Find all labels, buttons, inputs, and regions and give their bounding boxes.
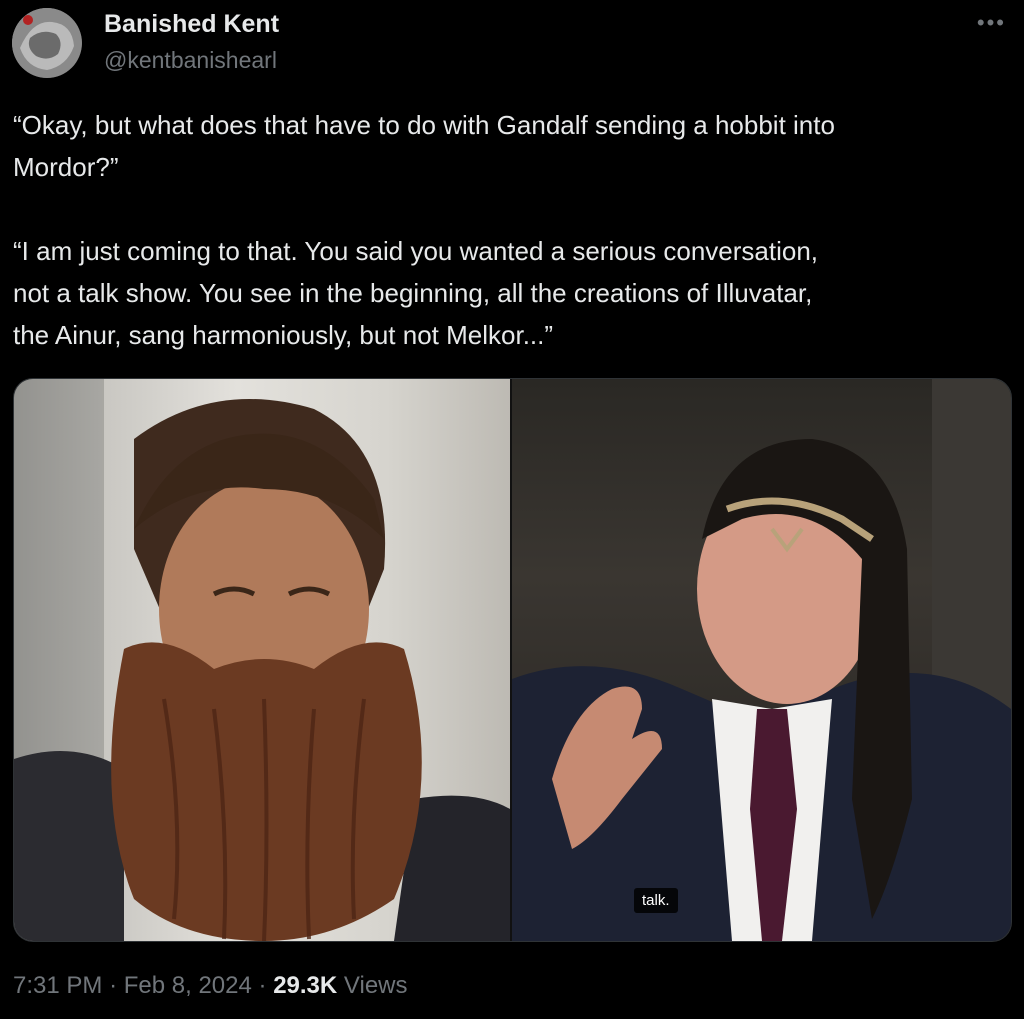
author-display-name[interactable]: Banished Kent bbox=[104, 10, 279, 39]
elf-man-image bbox=[512, 379, 1011, 941]
views-label[interactable]: Views bbox=[344, 972, 408, 999]
views-count[interactable]: 29.3K bbox=[273, 972, 337, 999]
media-image-right[interactable]: talk. bbox=[512, 379, 1011, 941]
tweet-text: “Okay, but what does that have to do wit… bbox=[13, 110, 835, 350]
tweet-media[interactable]: talk. bbox=[13, 378, 1012, 942]
author-handle[interactable]: @kentbanishearl bbox=[104, 47, 277, 74]
more-options-icon[interactable]: ••• bbox=[977, 10, 1006, 36]
bearded-man-image bbox=[14, 379, 510, 941]
tweet-meta: 7:31 PM · Feb 8, 2024 · 29.3K Views bbox=[13, 972, 408, 1000]
avatar-icon bbox=[12, 8, 82, 78]
media-image-left[interactable] bbox=[14, 379, 510, 941]
avatar[interactable] bbox=[12, 8, 82, 78]
meta-separator: · bbox=[258, 972, 267, 999]
tweet-time[interactable]: 7:31 PM bbox=[13, 972, 102, 999]
video-caption: talk. bbox=[634, 888, 678, 913]
tweet-date[interactable]: Feb 8, 2024 bbox=[124, 972, 252, 999]
meta-separator: · bbox=[109, 972, 118, 999]
